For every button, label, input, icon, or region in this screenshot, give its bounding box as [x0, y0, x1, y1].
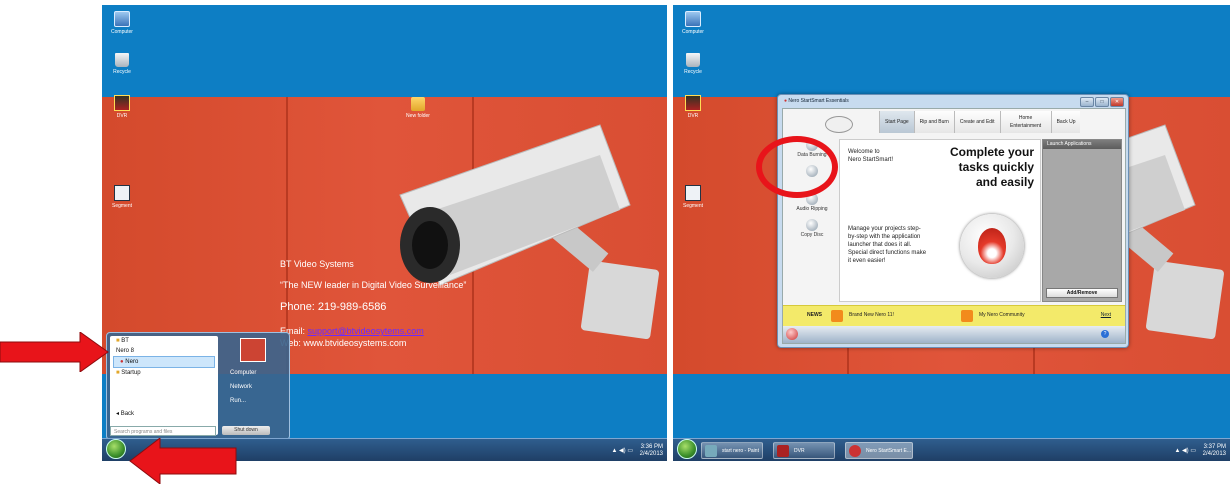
news-label: NEWS [807, 312, 822, 318]
menu-computer[interactable]: Computer [222, 366, 284, 380]
window-controls: – □ ✕ [1080, 97, 1124, 107]
menu-item-nero8[interactable]: Nero 8 [110, 346, 218, 356]
left-screenshot: Computer Recycle DVR Segment New folder … [102, 5, 667, 461]
company-name: BT Video Systems [280, 259, 354, 269]
start-button[interactable] [106, 439, 126, 459]
tab-home-entertainment[interactable]: Home Entertainment [999, 111, 1051, 133]
help-icon[interactable]: ? [1101, 330, 1109, 338]
menu-network[interactable]: Network [222, 380, 284, 394]
segment-icon [685, 185, 701, 201]
recycle-bin-icon [686, 53, 700, 67]
folder-icon [411, 97, 425, 111]
right-screenshot: Computer Recycle DVR Segment ● Nero Star… [673, 5, 1230, 461]
nero-logo-icon [825, 116, 853, 133]
red-arrow-left-icon [129, 438, 237, 484]
company-phone: Phone: 219-989-6586 [280, 301, 387, 313]
desktop-icon-segment[interactable]: Segment [102, 185, 142, 209]
menu-item-back[interactable]: ◂ Back [110, 409, 140, 419]
clock[interactable]: 3:36 PM 2/4/2013 [640, 444, 663, 458]
clock[interactable]: 3:37 PM 2/4/2013 [1203, 444, 1226, 458]
dvr-icon [777, 445, 789, 457]
desktop-icon-computer[interactable]: Computer [102, 11, 142, 35]
nero-startsmart-window: ● Nero StartSmart Essentials – □ ✕ Start… [777, 94, 1129, 348]
desktop-icon-computer[interactable]: Computer [673, 11, 713, 35]
shutdown-button[interactable]: Shut down [222, 426, 270, 435]
desktop-icon-new-folder[interactable]: New folder [398, 97, 438, 119]
security-camera-image [399, 124, 660, 340]
launch-applications-panel: Launch Applications Add/Remove [1042, 139, 1122, 302]
paint-icon [705, 445, 717, 457]
recycle-bin-icon [115, 53, 129, 67]
company-web: Web: www.btvideosystems.com [280, 338, 407, 348]
nero-start-content: Welcome to Nero StartSmart! Complete you… [839, 139, 1041, 302]
window-title: ● Nero StartSmart Essentials [784, 98, 849, 104]
blurb-text: Manage your projects step-by-step with t… [848, 226, 927, 264]
launch-applications-header: Launch Applications [1043, 140, 1121, 149]
desktop-icon-dvr[interactable]: DVR [673, 95, 713, 119]
menu-run[interactable]: Run... [222, 394, 284, 408]
minimize-button[interactable]: – [1080, 97, 1094, 107]
nero-flame-logo-icon [960, 214, 1024, 278]
nero-body: Start Page Rip and Burn Create and Edit … [782, 108, 1126, 344]
computer-icon [114, 11, 130, 27]
rss-icon [831, 310, 843, 322]
headline: Complete your tasks quickly and easily [949, 145, 1034, 189]
start-menu-programs: ■ BT Nero 8 ● Nero ■ Startup ◂ Back [110, 336, 218, 435]
taskbar-dvr[interactable]: DVR [773, 442, 835, 459]
start-menu-right: Computer Network Run... [222, 336, 284, 435]
segment-icon [114, 185, 130, 201]
tab-back-up[interactable]: Back Up [1050, 111, 1081, 133]
desktop-icon-recycle[interactable]: Recycle [673, 53, 713, 75]
email-link[interactable]: support@btvideosytems.com [308, 326, 424, 336]
desktop-icon-dvr[interactable]: DVR [102, 95, 142, 119]
menu-item-startup[interactable]: ■ Startup [110, 368, 218, 378]
taskbar: start nero - Paint DVR Nero StartSmart E… [673, 438, 1230, 461]
menu-item-bt[interactable]: ■ BT [110, 336, 218, 346]
computer-icon [685, 11, 701, 27]
tab-rip-and-burn[interactable]: Rip and Burn [913, 111, 954, 133]
news-next-link[interactable]: Next [1101, 312, 1111, 318]
red-circle-annotation [756, 136, 838, 198]
welcome-text: Welcome to Nero StartSmart! [848, 149, 894, 163]
start-search-input[interactable]: Search programs and files [110, 426, 216, 436]
news-item-2[interactable]: My Nero Community [979, 312, 1025, 318]
close-button[interactable]: ✕ [1110, 97, 1124, 107]
nero-icon [849, 445, 861, 457]
nero-tabs: Start Page Rip and Burn Create and Edit … [879, 111, 1081, 133]
taskbar-paint[interactable]: start nero - Paint [701, 442, 763, 459]
maximize-button[interactable]: □ [1095, 97, 1109, 107]
rss-icon [961, 310, 973, 322]
company-tagline: “The NEW leader in Digital Video Surveil… [280, 280, 467, 290]
start-button[interactable] [677, 439, 697, 459]
tab-start-page[interactable]: Start Page [879, 111, 914, 133]
tab-create-and-edit[interactable]: Create and Edit [953, 111, 1000, 133]
red-arrow-right-icon [0, 332, 109, 372]
tray-icons[interactable]: ▲ ◀) ▭ [1174, 447, 1196, 454]
news-bar: NEWS Brand New Nero 11! My Nero Communit… [783, 305, 1125, 326]
start-menu: ■ BT Nero 8 ● Nero ■ Startup ◂ Back Sear… [106, 332, 290, 440]
desktop-icon-recycle[interactable]: Recycle [102, 53, 142, 75]
nero-status-icon[interactable] [786, 328, 798, 340]
sidebar-copy-disc[interactable]: Copy Disc [787, 219, 837, 245]
desktop-icon-segment[interactable]: Segment [673, 185, 713, 209]
company-email-row: Email: support@btvideosytems.com [280, 326, 424, 336]
copy-disc-icon [806, 219, 818, 231]
menu-item-nero[interactable]: ● Nero [113, 356, 215, 368]
tray-icons[interactable]: ▲ ◀) ▭ [611, 447, 633, 454]
status-bar: ? [783, 326, 1125, 343]
news-item-1[interactable]: Brand New Nero 11! [849, 312, 894, 318]
add-remove-button[interactable]: Add/Remove [1046, 288, 1118, 298]
user-picture [240, 338, 266, 362]
dvr-icon [685, 95, 701, 111]
taskbar-nero[interactable]: Nero StartSmart E... [845, 442, 913, 459]
dvr-icon [114, 95, 130, 111]
